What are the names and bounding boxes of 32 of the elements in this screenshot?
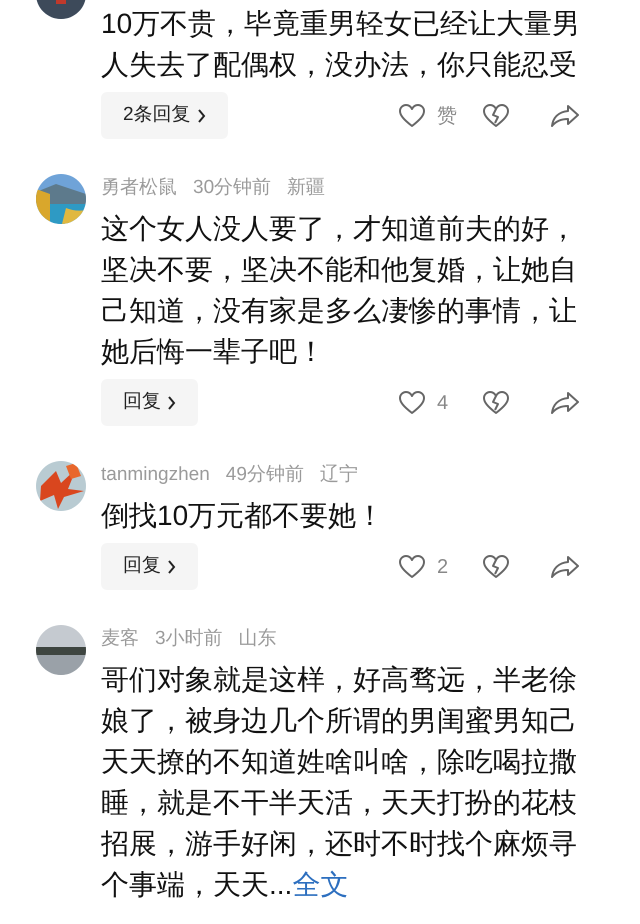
like-count: 赞	[437, 104, 458, 128]
reply-button[interactable]: 2条回复	[101, 92, 228, 139]
timestamp: 49分钟前	[226, 462, 304, 487]
comment-text: 10万不贵，毕竟重男轻女已经让大量男人失去了配偶权，没办法，你只能忍受	[101, 7, 582, 82]
chevron-right-icon	[167, 396, 176, 410]
timestamp: 3小时前	[155, 626, 223, 651]
comment-text: 这个女人没人要了，才知道前夫的好，坚决不要，坚决不能和他复婚，让她自己知道，没有家是多么凄惨的事情，让她后悔一辈子吧！	[101, 212, 578, 369]
like-count: 2	[437, 554, 450, 580]
broken-heart-icon[interactable]	[483, 104, 509, 128]
full-text-link[interactable]: 全文	[292, 869, 348, 900]
share-icon[interactable]	[551, 554, 579, 578]
comment-text: 哥们对象就是这样，好高骛远，半老徐娘了，被身边几个所谓的男闺蜜男知己天天撩的不知道姓啥叫啥，除吃喝拉撒睡，就是不干半天活，天天打扮的花枝招展，游手好闲，还时不时找个麻烦寻个事端，天天...全文	[101, 663, 578, 902]
share-icon[interactable]	[551, 390, 579, 414]
location-label: 辽宁	[320, 462, 358, 487]
chevron-right-icon	[167, 560, 176, 574]
like-count: 4	[437, 390, 450, 416]
username[interactable]: 麦客	[101, 624, 139, 654]
share-icon[interactable]	[551, 104, 579, 128]
username[interactable]: tanmingzhen	[101, 460, 210, 490]
reply-button[interactable]: 回复	[101, 379, 198, 426]
location-label: 新疆	[287, 176, 326, 200]
chevron-right-icon	[196, 108, 206, 122]
comment-text: 倒找10万元都不要她！	[101, 499, 386, 533]
reply-button[interactable]: 回复	[101, 543, 198, 590]
broken-heart-icon[interactable]	[483, 554, 509, 578]
location-label: 山东	[238, 626, 277, 651]
heart-icon[interactable]	[399, 390, 425, 414]
timestamp: 30分钟前	[193, 176, 272, 200]
username[interactable]: 勇者松鼠	[101, 174, 177, 202]
heart-icon[interactable]	[399, 104, 425, 128]
broken-heart-icon[interactable]	[483, 390, 509, 414]
heart-icon[interactable]	[399, 554, 425, 578]
